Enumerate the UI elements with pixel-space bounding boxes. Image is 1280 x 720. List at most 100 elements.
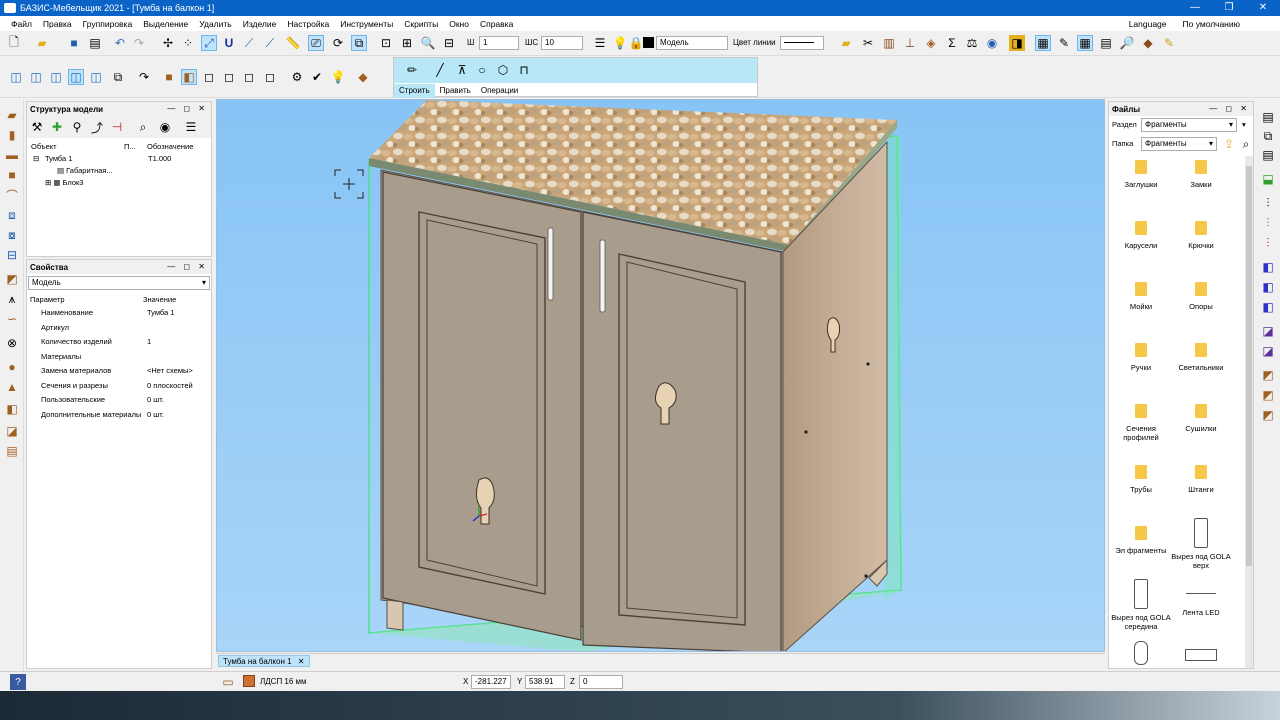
- line-style-select[interactable]: [780, 36, 824, 50]
- file-item[interactable]: Ручки: [1110, 343, 1172, 372]
- preview-icon[interactable]: ⌕: [135, 119, 151, 135]
- file-item[interactable]: [1170, 649, 1232, 661]
- zoom-fit-icon[interactable]: ⊡: [378, 35, 394, 51]
- x-field[interactable]: -281.227: [471, 675, 511, 689]
- minimize-button[interactable]: —: [1178, 0, 1212, 16]
- prop-value[interactable]: 1: [147, 337, 151, 347]
- z-field[interactable]: 0: [579, 675, 623, 689]
- polygon-icon[interactable]: ⬡: [495, 62, 511, 78]
- menu-scripts[interactable]: Скрипты: [404, 19, 438, 29]
- panel-icon[interactable]: ▥: [881, 35, 897, 51]
- file-item[interactable]: Светильники: [1170, 343, 1232, 372]
- scales-icon[interactable]: ⚖: [964, 35, 980, 51]
- body-icon[interactable]: ⊗: [4, 335, 20, 351]
- divide-icon[interactable]: ⊟: [4, 247, 20, 263]
- rectangle-icon[interactable]: ⊓: [516, 62, 532, 78]
- tab-operations[interactable]: Операции: [476, 84, 523, 98]
- tree-node-cabinet[interactable]: Тумба 1: [45, 154, 72, 164]
- prop-value[interactable]: <Нет схемы>: [147, 366, 193, 376]
- file-item[interactable]: Вырез под GOLA середина: [1110, 579, 1172, 631]
- menu-tools[interactable]: Инструменты: [340, 19, 393, 29]
- render-icon[interactable]: ⚙: [289, 69, 305, 85]
- redo-icon[interactable]: ↷: [131, 35, 147, 51]
- script-icon[interactable]: ◨: [1009, 35, 1025, 51]
- block-remove-icon[interactable]: ◩: [1260, 407, 1276, 423]
- scrollbar-thumb[interactable]: [1246, 166, 1252, 566]
- file-item[interactable]: Вырез под GOLA верх: [1170, 518, 1232, 570]
- eye-icon[interactable]: ◉: [984, 35, 1000, 51]
- file-item[interactable]: Опоры: [1170, 282, 1232, 311]
- zoom-out-icon[interactable]: ⊟: [441, 35, 457, 51]
- report-icon[interactable]: ▤: [1098, 35, 1114, 51]
- view-zoom-icon[interactable]: ⧉: [351, 35, 367, 51]
- file-item[interactable]: Заглушки: [1110, 160, 1172, 189]
- box-icon[interactable]: ◈: [923, 35, 939, 51]
- tab-edit[interactable]: Править: [435, 84, 476, 98]
- y-field[interactable]: 538.91: [525, 675, 565, 689]
- document-tab[interactable]: Тумба на балкон 1 ✕: [218, 655, 310, 667]
- view-right-icon[interactable]: ◫: [88, 69, 104, 85]
- stack-icon[interactable]: ◧: [1260, 259, 1276, 275]
- file-item[interactable]: Сушилки: [1170, 404, 1232, 433]
- snap-icon[interactable]: ✢: [160, 35, 176, 51]
- panel-controls[interactable]: — ◻ ✕: [167, 102, 208, 116]
- layer-select[interactable]: Модель: [656, 36, 728, 50]
- folder-open-icon[interactable]: ▰: [838, 35, 854, 51]
- remove-icon[interactable]: ⊣: [109, 119, 125, 135]
- panel-vertical-icon[interactable]: ▮: [4, 127, 20, 143]
- link-icon[interactable]: ⤴: [89, 119, 105, 135]
- hidden-lines-icon[interactable]: ◻: [221, 69, 237, 85]
- view-orbit-icon[interactable]: ⎚: [308, 35, 324, 51]
- wireframe-icon[interactable]: ◻: [201, 69, 217, 85]
- search-icon[interactable]: ⌕: [1238, 136, 1254, 152]
- panel-controls[interactable]: — ◻ ✕: [167, 260, 208, 274]
- step-field[interactable]: 10: [541, 36, 583, 50]
- grid-icon[interactable]: ⁘: [180, 35, 196, 51]
- check-icon[interactable]: ✔: [309, 69, 325, 85]
- extrude-icon[interactable]: ◧: [4, 401, 20, 417]
- section-select[interactable]: Фрагменты ▾: [1141, 118, 1237, 132]
- block-icon[interactable]: ◩: [1260, 367, 1276, 383]
- panel-front-icon[interactable]: ▬: [4, 147, 20, 163]
- menu-window[interactable]: Окно: [449, 19, 469, 29]
- group-icon[interactable]: ◪: [1260, 323, 1276, 339]
- add-point-icon[interactable]: ⟋: [262, 35, 278, 51]
- sphere-icon[interactable]: ●: [4, 359, 20, 375]
- box-body-icon[interactable]: ◪: [4, 423, 20, 439]
- properties-icon[interactable]: ▤: [1260, 109, 1276, 125]
- color-swatch[interactable]: [643, 37, 654, 48]
- properties-selector[interactable]: Модель ▾: [28, 276, 210, 290]
- menu-edit[interactable]: Правка: [43, 19, 72, 29]
- textured-icon[interactable]: ◧: [181, 69, 197, 85]
- stack-add-icon[interactable]: ◧: [1260, 279, 1276, 295]
- prop-value[interactable]: 0 плоскостей: [147, 381, 193, 391]
- cone-icon[interactable]: ▲: [4, 379, 20, 395]
- material-icon[interactable]: ◆: [355, 69, 371, 85]
- list-icon[interactable]: ☰: [183, 119, 199, 135]
- add-icon[interactable]: ✚: [49, 119, 65, 135]
- file-item[interactable]: Штанги: [1170, 465, 1232, 494]
- array-remove-icon[interactable]: ⫶: [1260, 235, 1276, 251]
- material-swatch-icon[interactable]: ▭: [220, 674, 236, 690]
- lock-icon[interactable]: 🔒: [628, 35, 644, 51]
- file-item[interactable]: Мойки: [1110, 282, 1172, 311]
- curve-icon[interactable]: ∽: [4, 311, 20, 327]
- menu-group[interactable]: Группировка: [83, 19, 133, 29]
- open-folder-icon[interactable]: ▰: [34, 35, 50, 51]
- close-tab-icon[interactable]: ✕: [298, 657, 305, 666]
- file-item[interactable]: Лента LED: [1170, 587, 1232, 617]
- cube-icon[interactable]: ◆: [1140, 35, 1156, 51]
- line-tool-icon[interactable]: ⟋: [241, 35, 257, 51]
- menu-product[interactable]: Изделие: [243, 19, 277, 29]
- block-add-icon[interactable]: ◩: [1260, 387, 1276, 403]
- tab-build[interactable]: Строить: [394, 84, 435, 98]
- panel-horizontal-icon[interactable]: ▰: [4, 107, 20, 123]
- view-front-icon[interactable]: ◫: [8, 69, 24, 85]
- tree-icon[interactable]: ⚲: [69, 119, 85, 135]
- edges-icon[interactable]: ◻: [262, 69, 278, 85]
- folder-up-icon[interactable]: ⇪: [1221, 136, 1237, 152]
- fill-icon[interactable]: ⧈: [4, 207, 20, 223]
- tree-node-block[interactable]: ⊞ ▦ Блок3: [45, 178, 83, 188]
- arch-icon[interactable]: ⩚: [4, 291, 20, 307]
- file-item[interactable]: [1110, 641, 1172, 665]
